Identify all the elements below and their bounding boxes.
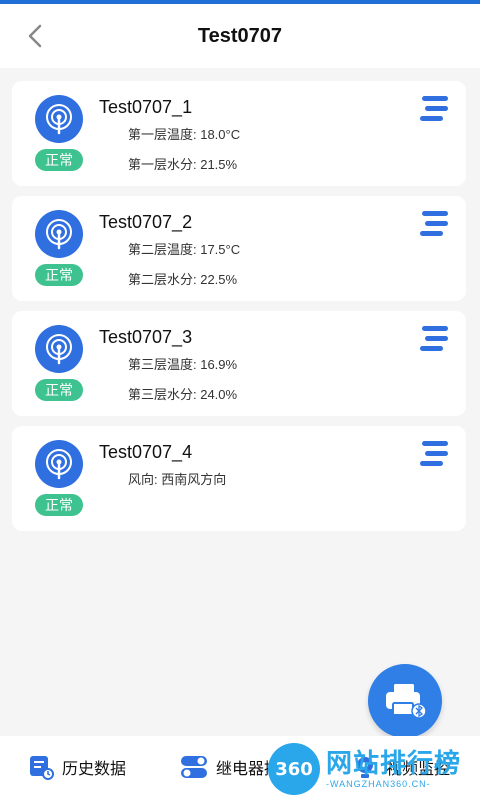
device-card-3[interactable]: 正常 Test0707_3 第三层温度: 16.9% 第三层水分: 24.0% [12,311,466,416]
tab-history[interactable]: 历史数据 [28,754,126,780]
toggle-switch-icon [181,756,207,778]
device-card-2[interactable]: 正常 Test0707_2 第二层温度: 17.5°C 第二层水分: 22.5% [12,196,466,301]
signal-tower-icon [35,325,83,373]
bluetooth-printer-icon [386,684,427,719]
device-name: Test0707_4 [99,442,193,462]
signal-tower-icon [35,440,83,488]
tab-relay[interactable]: 继电器控 [180,754,280,780]
device-reading-2: 第一层水分: 21.5% [128,157,238,172]
device-list: 正常 Test0707_1 第一层温度: 18.0°C 第一层水分: 21.5%… [12,81,466,541]
app-header: Test0707 [0,4,480,68]
watermark: 360 网站排行榜 -WANGZHAN360.CN- [268,740,478,798]
status-badge: 正常 [35,264,83,286]
menu-icon[interactable] [420,95,450,123]
device-reading-2: 第三层水分: 24.0% [128,387,238,402]
device-name: Test0707_1 [99,97,193,117]
signal-tower-icon [35,95,83,143]
menu-icon[interactable] [420,210,450,238]
back-arrow-icon[interactable] [22,22,50,50]
bluetooth-printer-button[interactable] [368,664,442,738]
signal-tower-icon [35,210,83,258]
device-reading-2: 第二层水分: 22.5% [128,272,238,287]
status-badge: 正常 [35,379,83,401]
device-reading-1: 第二层温度: 17.5°C [128,242,241,257]
watermark-subtitle: -WANGZHAN360.CN- [326,779,431,789]
device-reading-1: 第三层温度: 16.9% [128,357,238,372]
page-title: Test0707 [197,24,283,47]
watermark-badge: 360 [268,743,320,795]
device-reading-1: 风向: 西南风方向 [128,472,227,487]
menu-icon[interactable] [420,325,450,353]
device-card-4[interactable]: 正常 Test0707_4 风向: 西南风方向 [12,426,466,531]
device-reading-1: 第一层温度: 18.0°C [128,127,241,142]
device-card-1[interactable]: 正常 Test0707_1 第一层温度: 18.0°C 第一层水分: 21.5% [12,81,466,186]
history-chart-icon [30,756,54,780]
device-name: Test0707_2 [99,212,193,232]
watermark-title: 网站排行榜 [326,748,462,778]
menu-icon[interactable] [420,440,450,468]
tab-history-label: 历史数据 [62,761,127,778]
device-name: Test0707_3 [99,327,193,347]
status-badge: 正常 [35,149,83,171]
status-badge: 正常 [35,494,83,516]
